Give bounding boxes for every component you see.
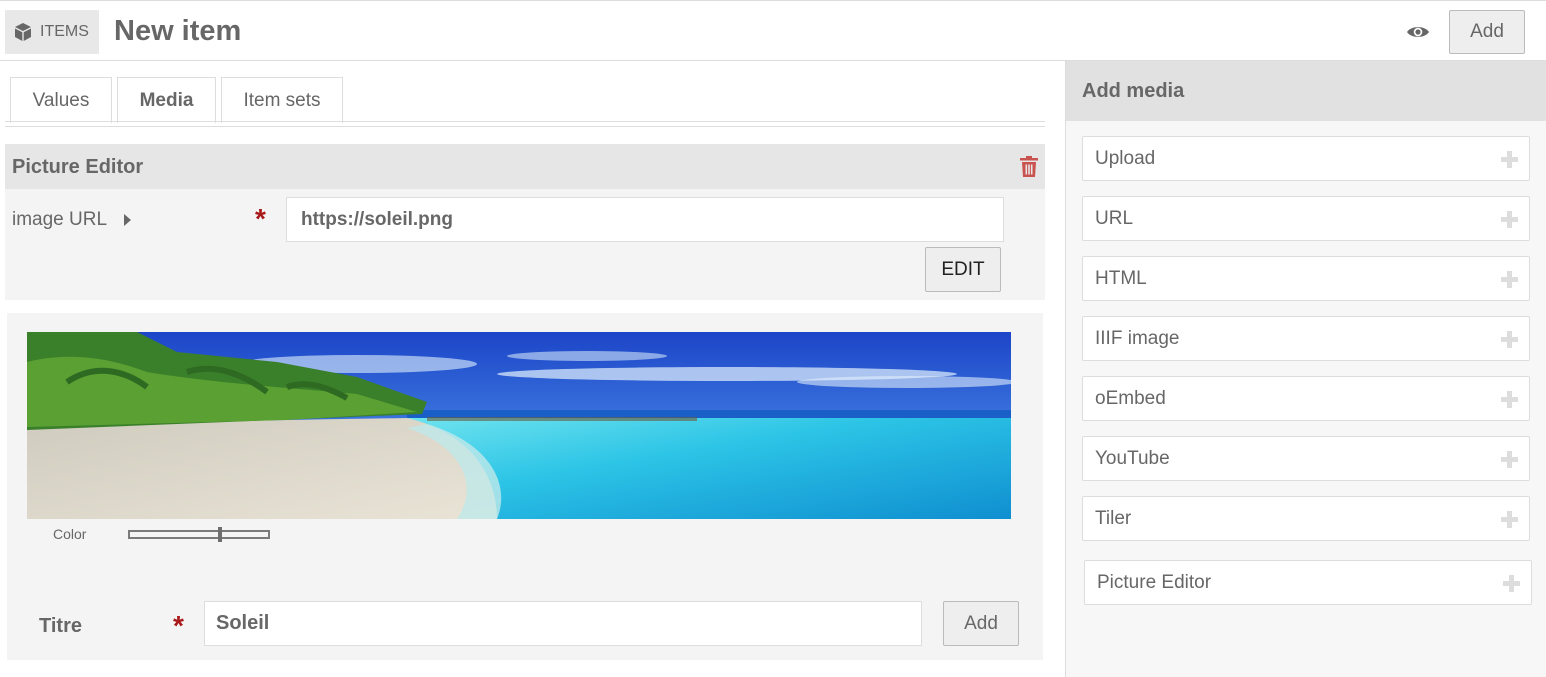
image-preview-panel: Color Titre * Soleil Add (7, 313, 1043, 660)
breadcrumb-items[interactable]: ITEMS (5, 10, 99, 54)
color-label: Color (53, 526, 87, 542)
media-option-label: Upload (1095, 148, 1156, 169)
trash-icon[interactable] (1020, 156, 1038, 182)
picture-editor-body: image URL * https://soleil.png EDIT (5, 189, 1045, 300)
breadcrumb-label: ITEMS (40, 23, 89, 40)
media-option-picture-editor[interactable]: Picture Editor (1084, 560, 1532, 605)
page-title: New item (114, 15, 242, 47)
picture-editor-title: Picture Editor (12, 156, 144, 178)
edit-button[interactable]: EDIT (925, 247, 1001, 292)
plus-icon (1501, 151, 1518, 168)
plus-icon (1503, 575, 1520, 592)
plus-icon (1501, 391, 1518, 408)
titre-label: Titre (39, 615, 82, 637)
add-media-sidebar: Add media Upload URL HTML IIIF image oEm… (1065, 61, 1546, 677)
plus-icon (1501, 271, 1518, 288)
caret-right-icon[interactable] (124, 214, 131, 226)
media-option-tiler[interactable]: Tiler (1082, 496, 1530, 541)
tab-divider (5, 121, 1045, 122)
image-url-label: image URL (12, 209, 108, 230)
media-option-html[interactable]: HTML (1082, 256, 1530, 301)
required-asterisk: * (255, 203, 266, 234)
media-option-label: YouTube (1095, 448, 1170, 469)
section-tabs: Values Media Item sets (10, 77, 348, 123)
media-option-label: oEmbed (1095, 388, 1166, 409)
color-slider-handle[interactable] (218, 527, 222, 542)
tab-item-sets[interactable]: Item sets (221, 77, 343, 123)
plus-icon (1501, 511, 1518, 528)
plus-icon (1501, 211, 1518, 228)
add-item-button[interactable]: Add (1449, 10, 1525, 54)
picture-editor-header: Picture Editor (5, 144, 1045, 189)
plus-icon (1501, 331, 1518, 348)
image-url-input[interactable]: https://soleil.png (286, 197, 1004, 242)
color-slider[interactable] (128, 527, 270, 542)
tab-media[interactable]: Media (117, 77, 216, 123)
media-option-iiif-image[interactable]: IIIF image (1082, 316, 1530, 361)
media-option-label: Picture Editor (1097, 572, 1212, 593)
top-bar: ITEMS New item Add (0, 0, 1546, 61)
tab-values[interactable]: Values (10, 77, 112, 123)
media-option-label: HTML (1095, 268, 1147, 289)
media-option-oembed[interactable]: oEmbed (1082, 376, 1530, 421)
media-option-label: Tiler (1095, 508, 1132, 529)
titre-input[interactable]: Soleil (204, 601, 922, 646)
add-media-header: Add media (1066, 61, 1546, 121)
cube-icon (15, 23, 31, 41)
add-media-title: Add media (1082, 80, 1185, 102)
beach-image (27, 332, 1011, 519)
tab-divider-lower (5, 126, 1045, 127)
media-option-upload[interactable]: Upload (1082, 136, 1530, 181)
required-asterisk-titre: * (173, 610, 184, 641)
media-option-label: IIIF image (1095, 328, 1180, 349)
media-option-youtube[interactable]: YouTube (1082, 436, 1530, 481)
titre-add-button[interactable]: Add (943, 601, 1019, 646)
media-option-label: URL (1095, 208, 1134, 229)
media-option-url[interactable]: URL (1082, 196, 1530, 241)
plus-icon (1501, 451, 1518, 468)
eye-icon[interactable] (1406, 24, 1430, 45)
